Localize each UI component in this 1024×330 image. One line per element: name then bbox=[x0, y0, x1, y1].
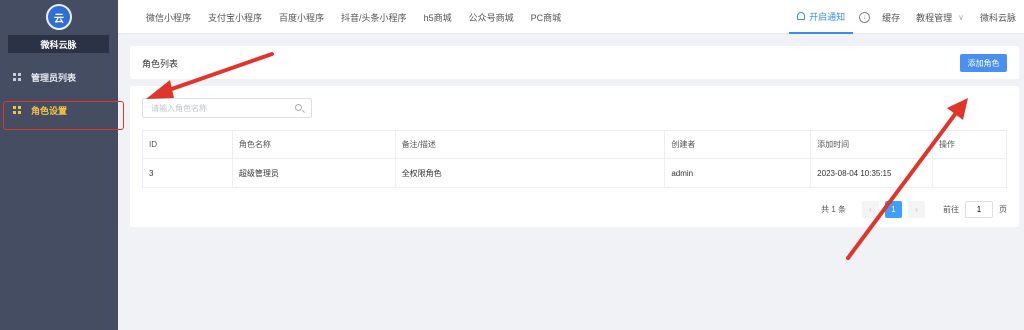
page-suffix: 页 bbox=[999, 205, 1007, 214]
tutorial-menu[interactable]: 教程管理 ∨ bbox=[916, 11, 964, 24]
column-header-actions: 操作 bbox=[932, 130, 1007, 159]
cell-creator: admin bbox=[664, 158, 812, 188]
logo: 云 bbox=[46, 4, 72, 30]
page-header-card: 角色列表 添加角色 bbox=[130, 46, 1019, 79]
cell-remark: 全权限角色 bbox=[394, 158, 666, 188]
platform-tabs: 微信小程序 支付宝小程序 百度小程序 抖音/头条小程序 h5商城 公众号商城 P… bbox=[146, 0, 578, 34]
cell-added-time: 2023-08-04 10:35:15 bbox=[810, 158, 934, 188]
tab-alipay-miniprogram[interactable]: 支付宝小程序 bbox=[208, 11, 262, 24]
tab-wechat-miniprogram[interactable]: 微信小程序 bbox=[146, 11, 191, 24]
column-header-creator: 创建者 bbox=[664, 130, 812, 159]
chevron-down-icon: ∨ bbox=[958, 12, 964, 22]
annotation-highlight-box bbox=[3, 101, 124, 130]
cell-id: 3 bbox=[142, 158, 233, 188]
top-right-actions: 开启通知 ↓ 缓存 教程管理 ∨ 微科云脉 bbox=[789, 0, 1016, 34]
column-header-remark: 备注/描述 bbox=[394, 130, 666, 159]
search-icon[interactable] bbox=[295, 104, 302, 111]
add-role-button[interactable]: 添加角色 bbox=[960, 54, 1007, 72]
next-page-button[interactable]: › bbox=[908, 201, 925, 218]
table-header-row: ID 角色名称 备注/描述 创建者 添加时间 操作 bbox=[142, 130, 1007, 159]
goto-page-input[interactable] bbox=[965, 201, 993, 218]
cache-button[interactable]: 缓存 bbox=[882, 11, 900, 24]
search-box bbox=[142, 98, 312, 118]
tab-pc-mall[interactable]: PC商城 bbox=[531, 11, 562, 24]
bell-icon bbox=[797, 12, 806, 20]
notify-label: 开启通知 bbox=[809, 11, 846, 22]
role-list-card: ID 角色名称 备注/描述 创建者 添加时间 操作 3 超级管理员 全权限角色 … bbox=[130, 86, 1019, 227]
cell-role-name: 超级管理员 bbox=[231, 158, 396, 188]
cell-actions bbox=[932, 158, 1007, 188]
tab-h5-mall[interactable]: h5商城 bbox=[424, 11, 452, 24]
notify-button[interactable]: 开启通知 bbox=[789, 0, 854, 34]
download-icon[interactable]: ↓ bbox=[859, 11, 871, 23]
page-number-current[interactable]: 1 bbox=[885, 201, 902, 218]
pagination-total: 共 1 条 bbox=[821, 205, 846, 214]
logo-glyph: 云 bbox=[54, 13, 64, 25]
search-input[interactable] bbox=[151, 102, 291, 114]
tutorial-label: 教程管理 bbox=[916, 12, 953, 23]
tab-baidu-miniprogram[interactable]: 百度小程序 bbox=[279, 11, 324, 24]
goto-page: 前往 页 bbox=[943, 201, 1007, 218]
user-menu[interactable]: 微科云脉 bbox=[980, 11, 1016, 24]
goto-label: 前往 bbox=[943, 205, 959, 214]
pagination: 共 1 条 ‹ 1 › 前往 页 bbox=[821, 201, 1007, 218]
sidebar-item-admin-list[interactable]: 管理员列表 bbox=[0, 66, 118, 88]
tab-official-account-mall[interactable]: 公众号商城 bbox=[469, 11, 514, 24]
brand-name: 微科云脉 bbox=[8, 35, 109, 53]
sidebar-item-label: 管理员列表 bbox=[31, 72, 77, 83]
role-table: ID 角色名称 备注/描述 创建者 添加时间 操作 3 超级管理员 全权限角色 … bbox=[142, 130, 1007, 188]
column-header-id: ID bbox=[142, 130, 233, 159]
prev-page-button[interactable]: ‹ bbox=[862, 201, 879, 218]
table-row[interactable]: 3 超级管理员 全权限角色 admin 2023-08-04 10:35:15 bbox=[142, 158, 1007, 188]
page-title: 角色列表 bbox=[142, 59, 179, 69]
sidebar: 云 微科云脉 管理员列表 角色设置 bbox=[0, 0, 118, 330]
column-header-role-name: 角色名称 bbox=[231, 130, 396, 159]
grid-icon bbox=[13, 73, 21, 81]
top-navbar: 微信小程序 支付宝小程序 百度小程序 抖音/头条小程序 h5商城 公众号商城 P… bbox=[118, 0, 1024, 34]
column-header-added-time: 添加时间 bbox=[810, 130, 934, 159]
tab-douyin-miniprogram[interactable]: 抖音/头条小程序 bbox=[341, 11, 407, 24]
